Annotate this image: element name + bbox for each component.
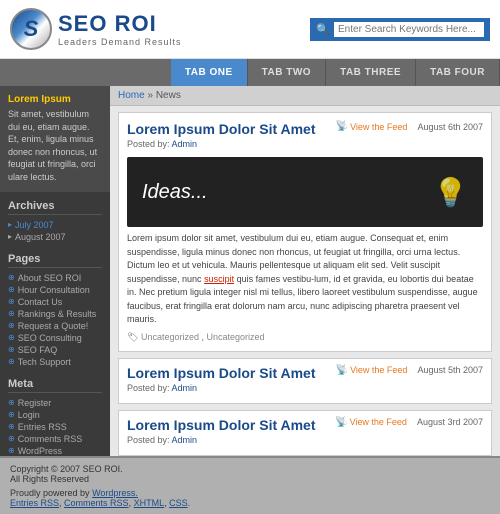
post-2-title-area: Lorem Ipsum Dolor Sit Amet Posted by: Ad… <box>127 365 316 397</box>
main-layout: Lorem Ipsum Sit amet, vestibulum dui eu,… <box>0 86 500 456</box>
page-contact-us[interactable]: Contact Us <box>8 296 102 308</box>
post-3-date: August 3rd 2007 <box>417 417 483 427</box>
archives-section: Archives July 2007 August 2007 <box>0 196 110 247</box>
sidebar: Lorem Ipsum Sit amet, vestibulum dui eu,… <box>0 86 110 456</box>
post-3-meta-row: Lorem Ipsum Dolor Sit Amet Posted by: Ad… <box>127 417 483 449</box>
tab-two[interactable]: TaB TWo <box>248 59 326 86</box>
page-hour-consultation[interactable]: Hour Consultation <box>8 284 102 296</box>
powered-label: Proudly powered by <box>10 488 90 498</box>
logo-icon: S <box>10 8 52 50</box>
logo-area: S SEO ROI Leaders Demand Results <box>10 8 182 50</box>
logo-name: SEO ROI <box>58 11 182 37</box>
post-1-meta-right: 📡 View the Feed August 6th 2007 <box>336 121 483 132</box>
post-1-feed-link[interactable]: 📡 View the Feed <box>336 121 408 132</box>
post-1-title[interactable]: Lorem Ipsum Dolor Sit Amet <box>127 121 316 137</box>
page-seo-faq[interactable]: SEO FAQ <box>8 344 102 356</box>
meta-section: Meta Register Login Entries RSS Comments… <box>0 374 110 461</box>
post-3-posted-by: Posted by: Admin <box>127 435 197 445</box>
sidebar-highlight-text: Sit amet, vestibulum dui eu, etiam augue… <box>8 108 102 184</box>
rss-icon: 📡 <box>336 121 348 132</box>
content-area: Home » News Lorem Ipsum Dolor Sit Amet P… <box>110 86 500 456</box>
meta-entries-rss[interactable]: Entries RSS <box>8 421 102 433</box>
tag-icon: 🏷 <box>127 332 138 342</box>
archives-title: Archives <box>8 200 102 215</box>
meta-register[interactable]: Register <box>8 397 102 409</box>
meta-login[interactable]: Login <box>8 409 102 421</box>
post-1-body-link[interactable]: suscipit <box>204 274 234 284</box>
ideas-banner: Ideas... 💡 <box>127 157 483 227</box>
post-2-title[interactable]: Lorem Ipsum Dolor Sit Amet <box>127 365 316 381</box>
archive-august-2007[interactable]: August 2007 <box>8 231 102 243</box>
lightbulb-icon: 💡 <box>433 176 468 209</box>
post-2-feed-link[interactable]: 📡 View the Feed <box>336 365 408 376</box>
tag-uncategorized-2[interactable]: Uncategorized <box>207 332 265 342</box>
page-about-seo-roi[interactable]: About SEO ROI <box>8 272 102 284</box>
tab-one[interactable]: TAB ONE <box>171 59 248 86</box>
meta-wordpress[interactable]: WordPress <box>8 445 102 457</box>
breadcrumb: Home » News <box>110 86 500 106</box>
header: S SEO ROI Leaders Demand Results 🔍 <box>0 0 500 59</box>
tag-uncategorized-1[interactable]: Uncategorized <box>141 332 199 342</box>
page-request-quote[interactable]: Request a Quote! <box>8 320 102 332</box>
post-1-feed-label: View the Feed <box>350 122 407 132</box>
post-1-meta-row: Lorem Ipsum Dolor Sit Amet Posted by: Ad… <box>127 121 483 153</box>
post-2-meta: Posted by: Admin <box>127 383 316 393</box>
logo-text-area: SEO ROI Leaders Demand Results <box>58 11 182 47</box>
rights-text: All Rights Reserved <box>10 474 89 484</box>
page-seo-consulting[interactable]: SEO Consulting <box>8 332 102 344</box>
post-1-meta: Posted by: Admin <box>127 139 316 149</box>
breadcrumb-current: News <box>156 90 181 101</box>
pages-title: Pages <box>8 253 102 268</box>
post-3-title[interactable]: Lorem Ipsum Dolor Sit Amet <box>127 417 316 433</box>
post-3-feed-link[interactable]: 📡 View the Feed <box>335 417 407 428</box>
post-2-feed-label: View the Feed <box>350 365 407 375</box>
copyright-text: Copyright © 2007 SEO ROI. <box>10 464 123 474</box>
footer-copyright: Copyright © 2007 SEO ROI. All Rights Res… <box>10 464 490 484</box>
search-icon: 🔍 <box>316 23 330 36</box>
post-2-date: August 5th 2007 <box>417 365 483 375</box>
post-3-feed-label: View the Feed <box>350 417 407 427</box>
post-2-meta-row: Lorem Ipsum Dolor Sit Amet Posted by: Ad… <box>127 365 483 397</box>
logo-s-letter: S <box>24 16 39 42</box>
search-area[interactable]: 🔍 <box>310 18 490 41</box>
sidebar-highlight-box: Lorem Ipsum Sit amet, vestibulum dui eu,… <box>0 86 110 192</box>
post-1: Lorem Ipsum Dolor Sit Amet Posted by: Ad… <box>118 112 492 352</box>
ideas-text: Ideas... <box>142 181 208 204</box>
page-rankings-results[interactable]: Rankings & Results <box>8 308 102 320</box>
sidebar-highlight-title: Lorem Ipsum <box>8 94 102 105</box>
post-2-meta-right: 📡 View the Feed August 5th 2007 <box>336 365 483 376</box>
post-1-date: August 6th 2007 <box>417 122 483 132</box>
nav-tabs: TAB ONE TaB TWo Tab Three TAB FouR <box>0 59 500 86</box>
meta-title: Meta <box>8 378 102 393</box>
post-1-author[interactable]: Admin <box>172 139 198 149</box>
breadcrumb-home[interactable]: Home <box>118 90 145 101</box>
post-2: Lorem Ipsum Dolor Sit Amet Posted by: Ad… <box>118 358 492 404</box>
post-2-posted-by: Posted by: Admin <box>127 383 197 393</box>
post-3-meta: Posted by: Admin <box>127 435 316 445</box>
post-3: Lorem Ipsum Dolor Sit Amet Posted by: Ad… <box>118 410 492 456</box>
wordpress-link[interactable]: Wordpress. <box>92 488 138 498</box>
post-3-meta-right: 📡 View the Feed August 3rd 2007 <box>335 417 483 428</box>
meta-comments-rss[interactable]: Comments RSS <box>8 433 102 445</box>
post-1-posted-by: Posted by: Admin <box>127 139 197 149</box>
footer-links: Proudly powered by Wordpress. Entries RS… <box>10 488 490 508</box>
post-3-author[interactable]: Admin <box>172 435 198 445</box>
footer: Copyright © 2007 SEO ROI. All Rights Res… <box>0 456 500 514</box>
post-2-author[interactable]: Admin <box>172 383 198 393</box>
search-input[interactable] <box>334 22 484 37</box>
logo-tagline: Leaders Demand Results <box>58 37 182 47</box>
post-3-title-area: Lorem Ipsum Dolor Sit Amet Posted by: Ad… <box>127 417 316 449</box>
pages-section: Pages About SEO ROI Hour Consultation Co… <box>0 249 110 372</box>
page-tech-support[interactable]: Tech Support <box>8 356 102 368</box>
post-1-title-area: Lorem Ipsum Dolor Sit Amet Posted by: Ad… <box>127 121 316 153</box>
tab-three[interactable]: Tab Three <box>326 59 416 86</box>
breadcrumb-separator: » <box>147 90 155 101</box>
rss-icon-2: 📡 <box>336 365 348 376</box>
rss-icon-3: 📡 <box>335 417 347 428</box>
post-1-body: Lorem ipsum dolor sit amet, vestibulum d… <box>127 232 483 327</box>
post-1-tags: 🏷 Uncategorized , Uncategorized <box>127 332 483 343</box>
tab-four[interactable]: TAB FouR <box>416 59 500 86</box>
archive-july-2007[interactable]: July 2007 <box>8 219 102 231</box>
